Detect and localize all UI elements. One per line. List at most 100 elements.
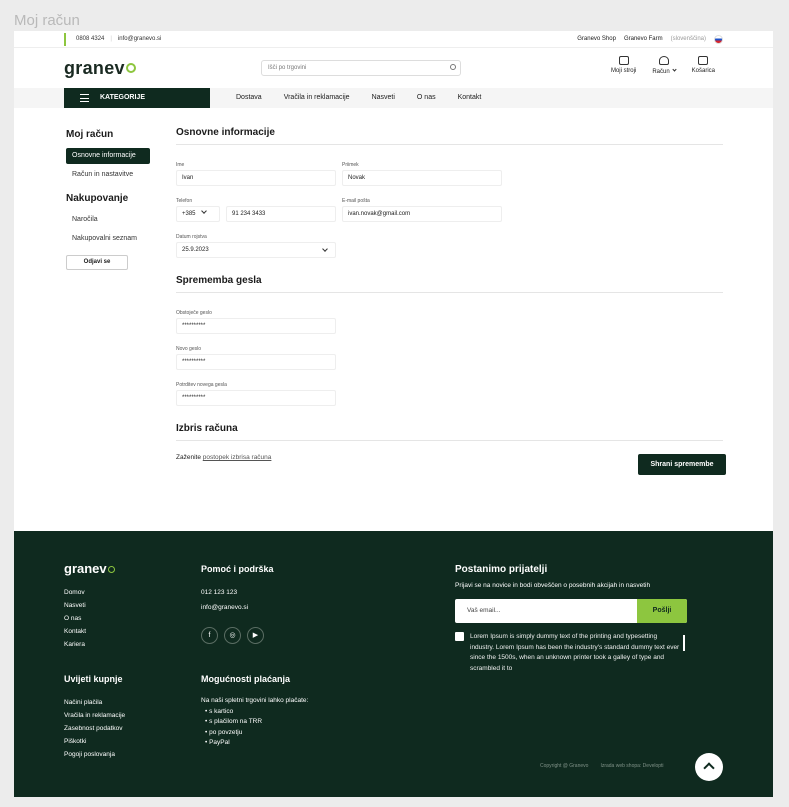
language-selector[interactable]: (slovenščina) (671, 33, 706, 46)
name-input[interactable]: Ivan (176, 170, 336, 186)
machines-button[interactable]: Moji stroji (611, 56, 636, 75)
newsletter-email-input[interactable]: Vaš email... (467, 599, 500, 623)
chevron-down-icon (672, 67, 677, 72)
password-section: Sprememba gesla (176, 275, 723, 307)
header-icons: Moji stroji Račun Košarica (611, 56, 715, 75)
consent-text: Lorem Ipsum is simply dummy text of the … (470, 633, 680, 672)
nav-links: Dostava Vračila in reklamacije Nasveti O… (236, 88, 503, 108)
search-input[interactable]: Išči po trgovini (261, 60, 461, 76)
dob-group: Datum rojstva 25.9.2023 (176, 234, 336, 258)
logo-leaf-icon (107, 566, 115, 573)
surname-group: Priimek Novak (342, 162, 502, 186)
delete-title: Izbris računa (176, 423, 723, 441)
nav-link-o-nas[interactable]: O nas (417, 88, 436, 108)
footer-link-privacy[interactable]: Zasebnost podatkov (64, 722, 125, 735)
consent-scrollbar[interactable] (683, 635, 685, 651)
nav-link-nasveti[interactable]: Nasveti (372, 88, 395, 108)
delete-section: Izbris računa (176, 423, 723, 455)
payment-item-text: po povzetju (209, 728, 243, 736)
surname-input[interactable]: Novak (342, 170, 502, 186)
credits-link[interactable]: Izrada web shopa: Developti (600, 763, 663, 769)
subscribe-button[interactable]: Pošlji (637, 599, 687, 623)
basic-info-title: Osnovne informacije (176, 127, 723, 145)
scroll-to-top-button[interactable] (695, 753, 723, 781)
confirm-password-label: Potrditev novega gesla (176, 382, 227, 388)
confirm-password-input[interactable]: ********** (176, 390, 336, 406)
header: granev Išči po trgovini Moji stroji Raču… (14, 48, 773, 88)
cart-label: Košarica (691, 68, 715, 74)
email-input[interactable]: ivan.novak@gmail.com (342, 206, 502, 222)
separator: | (110, 36, 112, 42)
sidebar-item-shopping-list[interactable]: Nakupovalni seznam (66, 231, 150, 247)
newsletter-title: Postanimo prijatelji (455, 564, 548, 575)
delete-prefix: Zaženite (176, 454, 201, 461)
phone-group: Telefon +385 91 234 3433 (176, 198, 336, 222)
logout-button[interactable]: Odjavi se (66, 255, 128, 270)
current-password-label: Obstoječe geslo (176, 310, 212, 316)
support-phone[interactable]: 012 123 123 (201, 586, 248, 599)
support-contacts: 012 123 123 info@granevo.si (201, 586, 248, 614)
payment-item: • s plačilom na TRR (205, 718, 263, 725)
sidebar-item-orders[interactable]: Naročila (66, 212, 150, 228)
footer-link-returns[interactable]: Vračila in reklamacije (64, 709, 125, 722)
payment-list: Na naši spletni trgovini lahko plačate: … (201, 696, 308, 749)
buyers-title: Uvijeti kupnje (64, 674, 123, 684)
sidebar-shop-title: Nakupovanje (66, 193, 129, 204)
user-icon (658, 56, 669, 65)
cart-button[interactable]: Košarica (692, 56, 715, 75)
email-label: E-mail pošta (342, 198, 370, 204)
support-email[interactable]: info@granevo.si (201, 601, 248, 614)
instagram-icon[interactable]: ◎ (224, 627, 241, 644)
chevron-down-icon (322, 246, 328, 252)
footer-logo[interactable]: granev (64, 561, 115, 576)
footer-link-cookies[interactable]: Piškotki (64, 735, 125, 748)
footer-link-about[interactable]: O nas (64, 612, 86, 625)
search-icon[interactable] (450, 64, 456, 70)
sidebar-item-basic-info[interactable]: Osnovne informacije (66, 148, 150, 164)
top-phone[interactable]: 0808 4324 (76, 33, 104, 46)
sidebar-item-settings[interactable]: Račun in nastavitve (66, 167, 150, 183)
shop-link[interactable]: Granevo Shop (577, 33, 616, 46)
sidebar-title: Moj račun (66, 129, 114, 140)
phone-prefix-select[interactable]: +385 (176, 206, 220, 222)
logo[interactable]: granev (64, 58, 136, 79)
youtube-icon[interactable]: ▶ (247, 627, 264, 644)
nav-link-dostava[interactable]: Dostava (236, 88, 262, 108)
footer-link-tips[interactable]: Nasveti (64, 599, 86, 612)
nav-link-kontakt[interactable]: Kontakt (458, 88, 482, 108)
buyers-links: Načini plačila Vračila in reklamacije Za… (64, 696, 125, 761)
phone-label: Telefon (176, 198, 193, 204)
consent-checkbox[interactable] (455, 632, 464, 641)
payment-title: Mogućnosti plaćanja (201, 674, 291, 684)
delete-account-link[interactable]: postopek izbrisa računa (203, 454, 272, 461)
save-button[interactable]: Shrani spremembe (638, 454, 726, 475)
farm-link[interactable]: Granevo Farm (624, 33, 663, 46)
footer-link-terms[interactable]: Pogoji poslovanja (64, 748, 125, 761)
flag-icon[interactable] (714, 35, 723, 44)
account-label: Račun (652, 67, 677, 75)
top-email[interactable]: info@granevo.si (118, 33, 161, 46)
footer-link-payment[interactable]: Načini plačila (64, 696, 125, 709)
payment-item: • s kartico (205, 707, 234, 715)
phone-input[interactable]: 91 234 3433 (226, 206, 336, 222)
account-sidebar: Moj račun Osnovne informacije Račun in n… (66, 129, 150, 270)
categories-label: KATEGORIJE (100, 94, 145, 101)
nav-link-vracila[interactable]: Vračila in reklamacije (284, 88, 350, 108)
footer-link-contact[interactable]: Kontakt (64, 625, 86, 638)
newsletter-form: Vaš email... Pošlji (455, 599, 687, 623)
surname-label: Priimek (342, 162, 359, 168)
current-password-input[interactable]: ********** (176, 318, 336, 334)
categories-button[interactable]: KATEGORIJE (64, 88, 210, 108)
footer-link-career[interactable]: Kariera (64, 638, 86, 651)
new-password-input[interactable]: ********** (176, 354, 336, 370)
email-group: E-mail pošta ivan.novak@gmail.com (342, 198, 502, 222)
menu-icon (80, 94, 89, 102)
account-button[interactable]: Račun (652, 56, 677, 75)
payment-item: • po povzetju (205, 728, 243, 736)
dob-select[interactable]: 25.9.2023 (176, 242, 336, 258)
cart-icon (698, 56, 709, 65)
payment-intro: Na naši spletni trgovini lahko plačate: (201, 697, 309, 704)
facebook-icon[interactable]: f (201, 627, 218, 644)
account-main: Osnovne informacije Ime Ivan Priimek Nov… (176, 127, 726, 475)
footer-link-home[interactable]: Domov (64, 586, 86, 599)
